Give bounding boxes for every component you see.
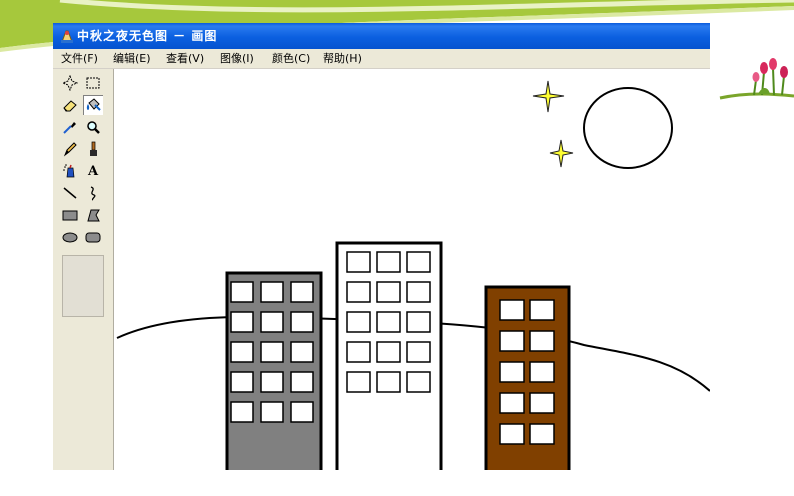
color-picker-tool[interactable] xyxy=(60,117,80,137)
brown-building-window xyxy=(529,330,555,352)
gray-building-window xyxy=(260,281,284,303)
color-picker-icon xyxy=(63,122,76,134)
polygon-icon xyxy=(87,209,100,222)
eraser-icon xyxy=(63,100,77,112)
text-tool[interactable]: A xyxy=(83,161,103,181)
menu-file[interactable]: 文件(F) xyxy=(59,49,100,68)
brown-building-window xyxy=(529,392,555,414)
gray-building-window xyxy=(230,341,254,363)
gray-building-window xyxy=(290,311,314,333)
fill-bucket-icon xyxy=(86,98,101,111)
gray-building-window xyxy=(290,371,314,393)
eraser-tool[interactable] xyxy=(60,95,80,115)
canvas-area[interactable] xyxy=(114,69,710,470)
menu-view[interactable]: 查看(V) xyxy=(164,49,206,68)
white-building-window xyxy=(376,341,401,363)
gray-building-window xyxy=(260,401,284,423)
tulips-decoration xyxy=(719,58,794,100)
brown-building-window xyxy=(529,423,555,445)
rounded-rect-tool[interactable] xyxy=(83,227,103,247)
window-title: 中秋之夜无色图 － 画图 xyxy=(77,29,218,43)
menu-bar: 文件(F) 编辑(E) 查看(V) 图像(I) 颜色(C) 帮助(H) xyxy=(53,49,710,69)
gray-building-window xyxy=(230,371,254,393)
curve-tool[interactable] xyxy=(83,183,103,203)
text-icon: A xyxy=(87,163,99,179)
white-building-window xyxy=(346,281,371,303)
white-building-window xyxy=(376,371,401,393)
title-bar[interactable]: 中秋之夜无色图 － 画图 xyxy=(53,23,710,49)
gray-building-window xyxy=(260,341,284,363)
white-building-window xyxy=(406,251,431,273)
white-building-window xyxy=(406,341,431,363)
rect-select-tool[interactable] xyxy=(83,73,103,93)
rect-select-icon xyxy=(86,77,100,89)
white-building-window xyxy=(346,251,371,273)
free-select-icon xyxy=(62,75,78,91)
ellipse-icon xyxy=(62,232,78,243)
drawing-canvas[interactable] xyxy=(114,69,710,470)
free-select-tool[interactable] xyxy=(60,73,80,93)
gray-building-window xyxy=(290,341,314,363)
rectangle-tool[interactable] xyxy=(60,205,80,225)
white-building-window xyxy=(346,341,371,363)
brown-building xyxy=(484,285,571,470)
brown-building-window xyxy=(499,361,525,383)
white-building-window xyxy=(406,311,431,333)
brush-icon xyxy=(90,141,97,156)
airbrush-tool[interactable] xyxy=(60,161,80,181)
rectangle-icon xyxy=(62,210,78,221)
tool-options-panel[interactable] xyxy=(62,255,104,317)
white-building-window xyxy=(346,371,371,393)
gray-building-window xyxy=(290,281,314,303)
fill-bucket-tool[interactable] xyxy=(83,95,103,115)
magnifier-tool[interactable] xyxy=(83,117,103,137)
white-building-window xyxy=(406,371,431,393)
pencil-tool[interactable] xyxy=(60,139,80,159)
toolbox: A xyxy=(53,69,114,470)
pencil-icon xyxy=(63,142,77,157)
paint-window: 中秋之夜无色图 － 画图 文件(F) 编辑(E) 查看(V) 图像(I) 颜色(… xyxy=(53,23,710,470)
menu-help[interactable]: 帮助(H) xyxy=(321,49,364,68)
white-building-window xyxy=(346,311,371,333)
menu-edit[interactable]: 编辑(E) xyxy=(111,49,153,68)
menu-colors[interactable]: 颜色(C) xyxy=(270,49,312,68)
moon xyxy=(583,87,673,169)
brown-building-window xyxy=(499,423,525,445)
brown-building-window xyxy=(529,361,555,383)
brown-building-window xyxy=(529,299,555,321)
white-building-window xyxy=(406,281,431,303)
gray-building-window xyxy=(260,371,284,393)
magnifier-icon xyxy=(87,121,100,134)
brown-building-window xyxy=(499,392,525,414)
airbrush-icon xyxy=(63,164,75,178)
gray-building-window xyxy=(230,281,254,303)
rounded-rect-icon xyxy=(85,232,101,243)
white-building-window xyxy=(376,251,401,273)
gray-building-window xyxy=(290,401,314,423)
gray-building-window xyxy=(230,401,254,423)
line-icon xyxy=(63,187,77,199)
brown-building-window xyxy=(499,330,525,352)
curve-icon xyxy=(90,186,96,201)
menu-image[interactable]: 图像(I) xyxy=(218,49,256,68)
star-large xyxy=(532,80,565,113)
gray-building-window xyxy=(230,311,254,333)
star-small xyxy=(549,139,574,168)
gray-building-window xyxy=(260,311,284,333)
line-tool[interactable] xyxy=(60,183,80,203)
ellipse-tool[interactable] xyxy=(60,227,80,247)
paint-app-icon xyxy=(61,30,73,43)
white-building-window xyxy=(376,311,401,333)
brush-tool[interactable] xyxy=(83,139,103,159)
polygon-tool[interactable] xyxy=(83,205,103,225)
white-building-window xyxy=(376,281,401,303)
brown-building-window xyxy=(499,299,525,321)
